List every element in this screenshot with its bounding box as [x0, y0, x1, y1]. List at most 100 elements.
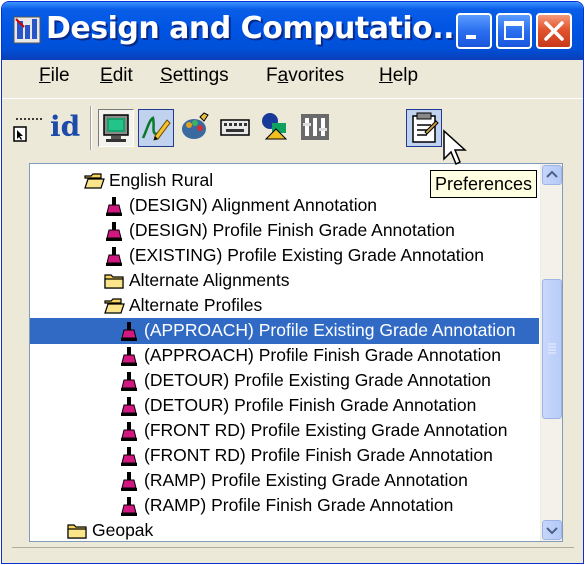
shapes-button[interactable]: [258, 109, 294, 147]
scroll-down-button[interactable]: [542, 520, 562, 540]
status-bar: [12, 547, 574, 559]
monitor-icon: [103, 114, 129, 142]
paintbrush-icon: [106, 221, 122, 241]
tree-item-label: English Rural: [109, 170, 214, 190]
cursor-select-icon[interactable]: [12, 115, 46, 145]
tree-item-label: Alternate Profiles: [129, 295, 263, 315]
tree-item-geopak[interactable]: Geopak: [66, 518, 154, 541]
tree-item-ramp-existing[interactable]: (RAMP) Profile Existing Grade Annotation: [118, 468, 468, 493]
paintbrush-icon: [121, 371, 137, 391]
menu-edit[interactable]: Edit: [100, 65, 133, 87]
tree-item-label: (DETOUR) Profile Existing Grade Annotati…: [144, 370, 491, 390]
keyboard-icon: [220, 119, 250, 136]
paintbrush-icon: [121, 396, 137, 416]
preferences-icon: [412, 112, 439, 143]
menu-favorites-pre: F: [266, 65, 278, 86]
id-button[interactable]: id: [50, 110, 80, 143]
tree-item-english-rural[interactable]: English Rural: [83, 168, 213, 193]
chevron-up-icon: [546, 170, 558, 178]
menu-settings-mnemonic: S: [160, 65, 173, 86]
menu-settings[interactable]: Settings: [160, 65, 229, 87]
tree-item-label: Geopak: [92, 520, 154, 540]
tree-item-design-profile[interactable]: (DESIGN) Profile Finish Grade Annotation: [103, 218, 455, 243]
tree-item-approach-finish[interactable]: (APPROACH) Profile Finish Grade Annotati…: [118, 343, 501, 368]
preferences-tooltip: Preferences: [430, 170, 538, 198]
tree-item-label: (APPROACH) Profile Existing Grade Annota…: [144, 320, 516, 340]
menu-favorites-mnemonic: a: [277, 65, 289, 86]
tree-item-detour-finish[interactable]: (DETOUR) Profile Finish Grade Annotation: [118, 393, 476, 418]
menu-settings-rest: ettings: [172, 65, 229, 86]
folder-icon: [104, 273, 124, 289]
scroll-thumb[interactable]: [542, 279, 562, 419]
tree-item-label: (RAMP) Profile Existing Grade Annotation: [144, 470, 468, 490]
paintbrush-icon: [121, 496, 137, 516]
menu-favorites-rest: vorites: [288, 65, 345, 86]
menu-file-rest: ile: [50, 65, 70, 86]
menu-file[interactable]: File: [39, 65, 70, 87]
tree-item-front-rd-existing[interactable]: (FRONT RD) Profile Existing Grade Annota…: [118, 418, 507, 443]
open-folder-icon: [84, 172, 105, 189]
title-bar[interactable]: Design and Computatio...: [2, 2, 583, 60]
mouse-cursor-icon: [443, 129, 467, 166]
toolbar-separator: [90, 106, 92, 150]
paintbrush-icon: [121, 346, 137, 366]
open-folder-icon: [104, 297, 125, 314]
paintbrush-icon: [121, 471, 137, 491]
tree-item-label: Alternate Alignments: [129, 270, 290, 290]
tree-view[interactable]: English Rural (DESIGN) Alignment Annotat…: [29, 163, 563, 542]
app-window: Design and Computatio... File Edit Setti…: [1, 1, 584, 564]
folder-icon: [67, 523, 87, 539]
tree-item-existing-profile[interactable]: (EXISTING) Profile Existing Grade Annota…: [103, 243, 484, 268]
menu-favorites[interactable]: Favorites: [266, 65, 344, 87]
tree-item-front-rd-finish[interactable]: (FRONT RD) Profile Finish Grade Annotati…: [118, 443, 493, 468]
menu-bar: File Edit Settings Favorites Help: [2, 60, 583, 96]
minimize-icon: [466, 35, 476, 39]
tree-item-ramp-finish[interactable]: (RAMP) Profile Finish Grade Annotation: [118, 493, 453, 518]
maximize-icon: [504, 21, 524, 40]
tree-item-alternate-alignments[interactable]: Alternate Alignments: [103, 268, 290, 293]
menu-edit-mnemonic: E: [100, 65, 113, 86]
pencil-draw-button[interactable]: [138, 109, 174, 147]
pencil-draw-icon: [141, 116, 171, 141]
chevron-down-icon: [546, 527, 558, 535]
tree-item-label: (DESIGN) Profile Finish Grade Annotation: [129, 220, 455, 240]
scroll-up-button[interactable]: [542, 165, 562, 185]
menu-help[interactable]: Help: [379, 65, 418, 87]
maximize-button[interactable]: [496, 13, 532, 49]
tree-item-alternate-profiles[interactable]: Alternate Profiles: [103, 293, 262, 318]
tree-item-detour-existing[interactable]: (DETOUR) Profile Existing Grade Annotati…: [118, 368, 491, 393]
filter-icon: [301, 114, 329, 140]
paintbrush-icon: [121, 446, 137, 466]
tree-item-approach-existing[interactable]: (APPROACH) Profile Existing Grade Annota…: [118, 318, 516, 343]
app-icon: [13, 16, 41, 44]
tree-item-label: (FRONT RD) Profile Finish Grade Annotati…: [144, 445, 493, 465]
keyboard-button[interactable]: [218, 109, 254, 147]
menu-edit-rest: dit: [112, 65, 133, 86]
paintbrush-icon: [106, 196, 122, 216]
paint-palette-icon: [182, 112, 209, 139]
grip-icon: [548, 343, 556, 354]
tree-item-design-alignment[interactable]: (DESIGN) Alignment Annotation: [103, 193, 377, 218]
tree-item-label: (EXISTING) Profile Existing Grade Annota…: [129, 245, 485, 265]
window-title: Design and Computatio...: [46, 11, 465, 46]
menu-help-mnemonic: H: [379, 65, 393, 86]
tree-item-label: (APPROACH) Profile Finish Grade Annotati…: [144, 345, 501, 365]
tree-item-label: (DETOUR) Profile Finish Grade Annotation: [144, 395, 477, 415]
paint-palette-button[interactable]: [178, 109, 214, 147]
filter-button[interactable]: [298, 109, 334, 147]
monitor-button[interactable]: [98, 109, 134, 147]
close-icon: [544, 21, 564, 41]
menu-help-rest: elp: [392, 65, 419, 86]
vertical-scrollbar[interactable]: [540, 164, 562, 541]
tree-item-label: (RAMP) Profile Finish Grade Annotation: [144, 495, 454, 515]
paintbrush-icon: [106, 246, 122, 266]
preferences-button[interactable]: [406, 109, 442, 147]
tree-item-label: (DESIGN) Alignment Annotation: [129, 195, 378, 215]
paintbrush-icon: [121, 421, 137, 441]
tree-item-label: (FRONT RD) Profile Existing Grade Annota…: [144, 420, 508, 440]
shapes-icon: [262, 113, 288, 140]
minimize-button[interactable]: [456, 13, 492, 49]
menu-file-mnemonic: F: [39, 65, 51, 86]
close-button[interactable]: [536, 13, 572, 49]
paintbrush-icon: [121, 321, 137, 341]
